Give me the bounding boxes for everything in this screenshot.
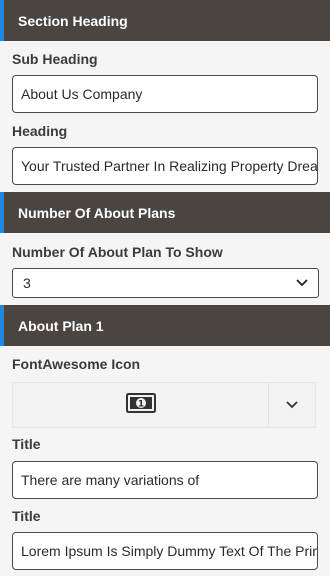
section-header-title: Number Of About Plans — [18, 204, 176, 221]
section-header-section-heading[interactable]: Section Heading — [0, 0, 330, 41]
svg-text:1: 1 — [137, 399, 143, 409]
plans-to-show-select[interactable]: 3 — [12, 268, 319, 298]
sub-heading-value: About Us Company — [21, 86, 143, 102]
chevron-down-icon — [286, 396, 298, 414]
section-header-about-plan-1[interactable]: About Plan 1 — [0, 305, 330, 346]
plans-to-show-selected: 3 — [23, 275, 31, 291]
heading-value: Your Trusted Partner In Realizing Proper… — [21, 158, 318, 174]
chevron-down-icon — [296, 279, 308, 287]
sub-heading-input[interactable]: About Us Company — [12, 75, 318, 113]
section-header-title: About Plan 1 — [18, 317, 104, 334]
sub-heading-label: Sub Heading — [12, 51, 98, 67]
title-value: There are many variations of — [21, 472, 200, 488]
title-input[interactable]: There are many variations of — [12, 461, 318, 499]
section-header-number-of-about-plans[interactable]: Number Of About Plans — [0, 192, 330, 233]
heading-label: Heading — [12, 123, 68, 139]
title-label-2: Title — [12, 508, 41, 524]
icon-preview[interactable]: 1 — [13, 383, 269, 427]
fontawesome-icon-label: FontAwesome Icon — [12, 356, 141, 372]
title-input-2[interactable]: Lorem Ipsum Is Simply Dummy Text Of The … — [12, 532, 318, 570]
icon-picker-toggle[interactable] — [269, 383, 315, 427]
title-label: Title — [12, 436, 41, 452]
title-value-2: Lorem Ipsum Is Simply Dummy Text Of The … — [21, 543, 318, 559]
money-bill-icon: 1 — [125, 392, 156, 418]
plans-to-show-label: Number Of About Plan To Show — [12, 244, 223, 260]
heading-input[interactable]: Your Trusted Partner In Realizing Proper… — [12, 147, 318, 185]
fontawesome-icon-picker[interactable]: 1 — [12, 382, 316, 428]
section-header-title: Section Heading — [18, 12, 128, 29]
